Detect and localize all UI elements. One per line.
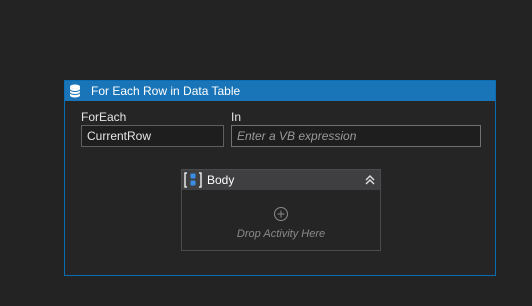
foreach-variable-field[interactable]: CurrentRow	[81, 125, 224, 147]
activity-header[interactable]: For Each Row in Data Table	[65, 81, 495, 101]
circle-plus-icon[interactable]	[273, 206, 289, 222]
body-title: Body	[207, 173, 235, 187]
body-container[interactable]: Body Drop Activity Here	[181, 169, 381, 251]
body-header[interactable]: Body	[182, 170, 380, 190]
activity-title: For Each Row in Data Table	[91, 84, 241, 98]
double-chevron-up-icon[interactable]	[362, 172, 378, 188]
foreach-label: ForEach	[81, 110, 127, 124]
in-label: In	[231, 110, 242, 124]
for-each-row-activity[interactable]: For Each Row in Data Table ForEach In Cu…	[64, 80, 496, 276]
sequence-body-icon	[184, 172, 202, 188]
in-expression-field[interactable]: Enter a VB expression	[231, 125, 481, 147]
data-table-icon	[67, 83, 83, 99]
drop-activity-hint: Drop Activity Here	[236, 228, 326, 240]
